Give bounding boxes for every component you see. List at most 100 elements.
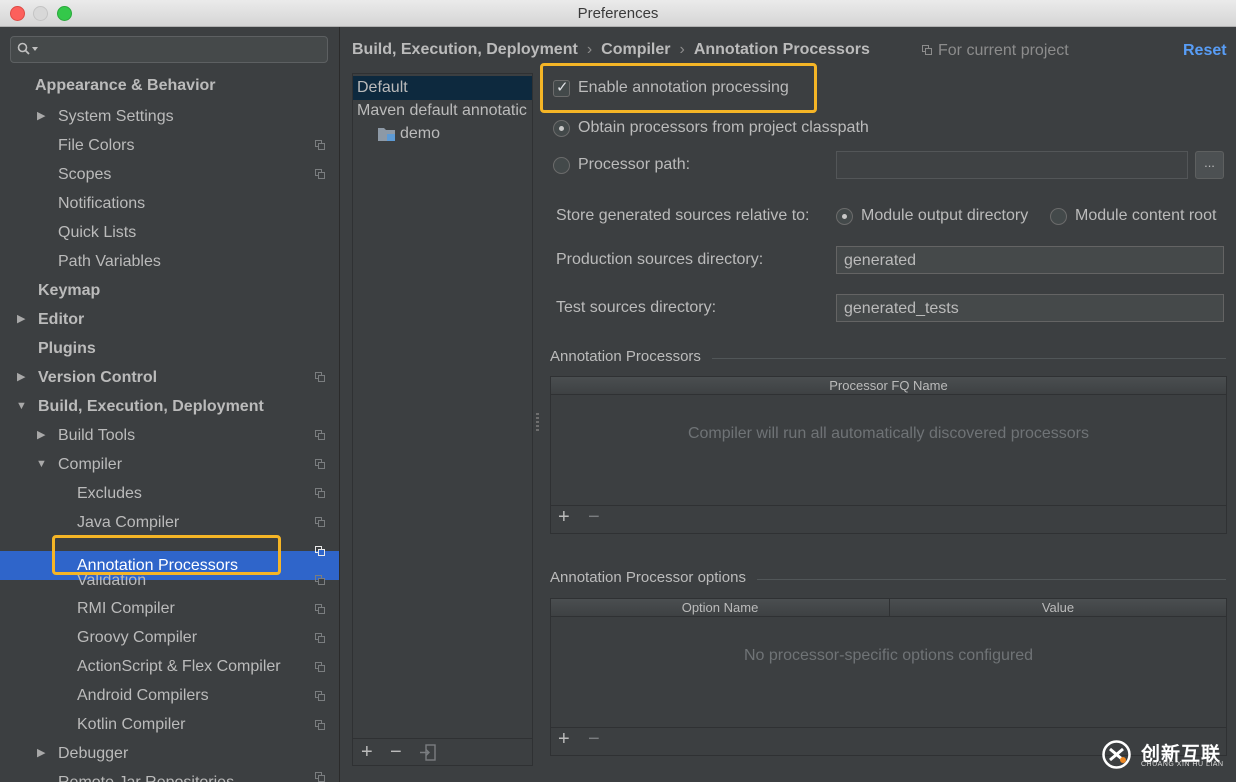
sidebar-item-build-execution-deployment[interactable]: ▼ Build, Execution, Deployment — [16, 393, 264, 420]
project-scope-icon — [315, 430, 326, 441]
processors-empty-message: Compiler will run all automatically disc… — [687, 425, 1090, 442]
watermark-en: CHUANG XIN HU LIAN — [1141, 761, 1224, 768]
remove-profile-button[interactable]: − — [390, 741, 402, 764]
highlight-box-enable — [540, 63, 817, 113]
remove-processor-button[interactable]: − — [588, 506, 600, 529]
breadcrumb-compiler: Compiler — [601, 41, 671, 58]
processor-path-label[interactable]: Processor path: — [578, 156, 690, 174]
sidebar-item-appearance-behavior[interactable]: Appearance & Behavior — [35, 72, 216, 99]
project-scope-icon — [315, 372, 326, 383]
project-scope-icon — [315, 546, 326, 557]
sidebar-item-keymap[interactable]: Keymap — [38, 277, 100, 304]
sidebar-item-remote-jar-repositories[interactable]: Remote Jar Repositories — [58, 769, 234, 782]
test-sources-label: Test sources directory: — [556, 299, 717, 316]
folder-icon — [378, 128, 395, 141]
expand-arrow-icon[interactable]: ▶ — [17, 364, 25, 391]
module-demo[interactable]: demo — [378, 122, 440, 146]
production-sources-label: Production sources directory: — [556, 251, 764, 268]
brand-logo-icon — [1102, 740, 1131, 769]
processor-path-input[interactable] — [836, 151, 1188, 179]
scope-indicator: For current project — [922, 42, 1069, 60]
sidebar-item-scopes[interactable]: Scopes — [58, 161, 111, 188]
options-empty-message: No processor-specific options configured — [743, 647, 1034, 664]
sidebar-item-excludes[interactable]: Excludes — [77, 480, 142, 507]
sidebar-item-build-tools[interactable]: ▶ Build Tools — [37, 422, 135, 449]
sidebar-item-version-control[interactable]: ▶ Version Control — [17, 364, 157, 391]
options-table: Option Name Value No processor-specific … — [550, 598, 1227, 756]
expand-arrow-icon[interactable]: ▶ — [17, 306, 25, 333]
project-scope-icon — [315, 772, 326, 782]
obtain-from-classpath-label[interactable]: Obtain processors from project classpath — [578, 119, 869, 137]
obtain-from-classpath-radio[interactable] — [553, 120, 570, 137]
sidebar-item-editor[interactable]: ▶ Editor — [17, 306, 84, 333]
sidebar-item-plugins[interactable]: Plugins — [38, 335, 96, 362]
highlight-box-sidebar — [52, 535, 281, 575]
splitter-handle[interactable] — [536, 413, 539, 431]
sidebar-item-rmi-compiler[interactable]: RMI Compiler — [77, 595, 175, 622]
sidebar-item-notifications[interactable]: Notifications — [58, 190, 145, 217]
search-icon — [17, 42, 30, 55]
project-scope-icon — [315, 633, 326, 644]
window-title: Preferences — [577, 5, 659, 22]
sidebar-item-groovy-compiler[interactable]: Groovy Compiler — [77, 624, 197, 651]
watermark: 创新互联 CHUANG XIN HU LIAN — [1101, 737, 1231, 773]
remove-option-button[interactable]: − — [588, 728, 600, 751]
sidebar-item-android-compilers[interactable]: Android Compilers — [77, 682, 209, 709]
breadcrumb-build: Build, Execution, Deployment — [352, 41, 578, 58]
project-scope-icon — [315, 488, 326, 499]
project-scope-icon — [315, 575, 326, 586]
project-scope-icon — [315, 720, 326, 731]
project-scope-icon — [922, 45, 933, 56]
project-scope-icon — [315, 169, 326, 180]
browse-path-button[interactable]: ... — [1195, 151, 1224, 179]
title-bar: Preferences — [0, 0, 1236, 27]
profile-default[interactable]: Default — [353, 76, 532, 100]
project-scope-icon — [315, 604, 326, 615]
processors-table: Processor FQ Name Compiler will run all … — [550, 376, 1227, 534]
sidebar-item-system-settings[interactable]: ▶ System Settings — [37, 103, 174, 130]
project-scope-icon — [315, 459, 326, 470]
sidebar-item-file-colors[interactable]: File Colors — [58, 132, 134, 159]
sidebar-item-java-compiler[interactable]: Java Compiler — [77, 509, 179, 536]
module-output-directory-label[interactable]: Module output directory — [861, 207, 1028, 225]
expand-arrow-icon[interactable]: ▶ — [37, 740, 45, 767]
processor-fq-name-header[interactable]: Processor FQ Name — [551, 377, 1226, 395]
value-header[interactable]: Value — [889, 599, 1226, 617]
breadcrumb: Build, Execution, Deployment › Compiler › An… — [352, 41, 870, 58]
project-scope-icon — [315, 691, 326, 702]
sidebar-item-quick-lists[interactable]: Quick Lists — [58, 219, 136, 246]
sidebar-item-debugger[interactable]: ▶ Debugger — [37, 740, 128, 767]
processor-path-radio[interactable] — [553, 157, 570, 174]
collapse-arrow-icon[interactable]: ▼ — [16, 393, 27, 420]
profiles-panel: Default Maven default annotatic demo + − — [352, 73, 533, 766]
reset-link[interactable]: Reset — [1183, 42, 1227, 60]
breadcrumb-annotation-processors: Annotation Processors — [693, 41, 870, 58]
project-scope-icon — [315, 140, 326, 151]
add-processor-button[interactable]: + — [558, 506, 570, 529]
profile-maven-default[interactable]: Maven default annotatic — [353, 99, 527, 123]
settings-sidebar: Appearance & Behavior ▶ System Settings … — [0, 27, 339, 782]
option-name-header[interactable]: Option Name — [551, 599, 889, 617]
collapse-arrow-icon[interactable]: ▼ — [36, 451, 47, 478]
project-scope-icon — [315, 662, 326, 673]
sidebar-item-compiler[interactable]: ▼ Compiler — [36, 451, 122, 478]
annotation-processors-group-title: Annotation Processors — [550, 348, 701, 365]
expand-arrow-icon[interactable]: ▶ — [37, 103, 45, 130]
store-generated-label: Store generated sources relative to: — [556, 207, 810, 224]
module-output-directory-radio[interactable] — [836, 208, 853, 225]
production-sources-input[interactable]: generated — [836, 246, 1224, 274]
add-option-button[interactable]: + — [558, 728, 570, 751]
project-scope-icon — [315, 517, 326, 528]
expand-arrow-icon[interactable]: ▶ — [37, 422, 45, 449]
test-sources-input[interactable]: generated_tests — [836, 294, 1224, 322]
move-to-group-icon[interactable] — [419, 744, 436, 761]
add-profile-button[interactable]: + — [361, 741, 373, 764]
search-input[interactable] — [10, 36, 328, 63]
processor-options-group-title: Annotation Processor options — [550, 569, 746, 586]
sidebar-item-kotlin-compiler[interactable]: Kotlin Compiler — [77, 711, 185, 738]
sidebar-item-actionscript-flex-compiler[interactable]: ActionScript & Flex Compiler — [77, 653, 281, 680]
sidebar-item-path-variables[interactable]: Path Variables — [58, 248, 161, 275]
sidebar-divider[interactable] — [339, 27, 340, 782]
module-content-root-label[interactable]: Module content root — [1075, 207, 1216, 225]
module-content-root-radio[interactable] — [1050, 208, 1067, 225]
